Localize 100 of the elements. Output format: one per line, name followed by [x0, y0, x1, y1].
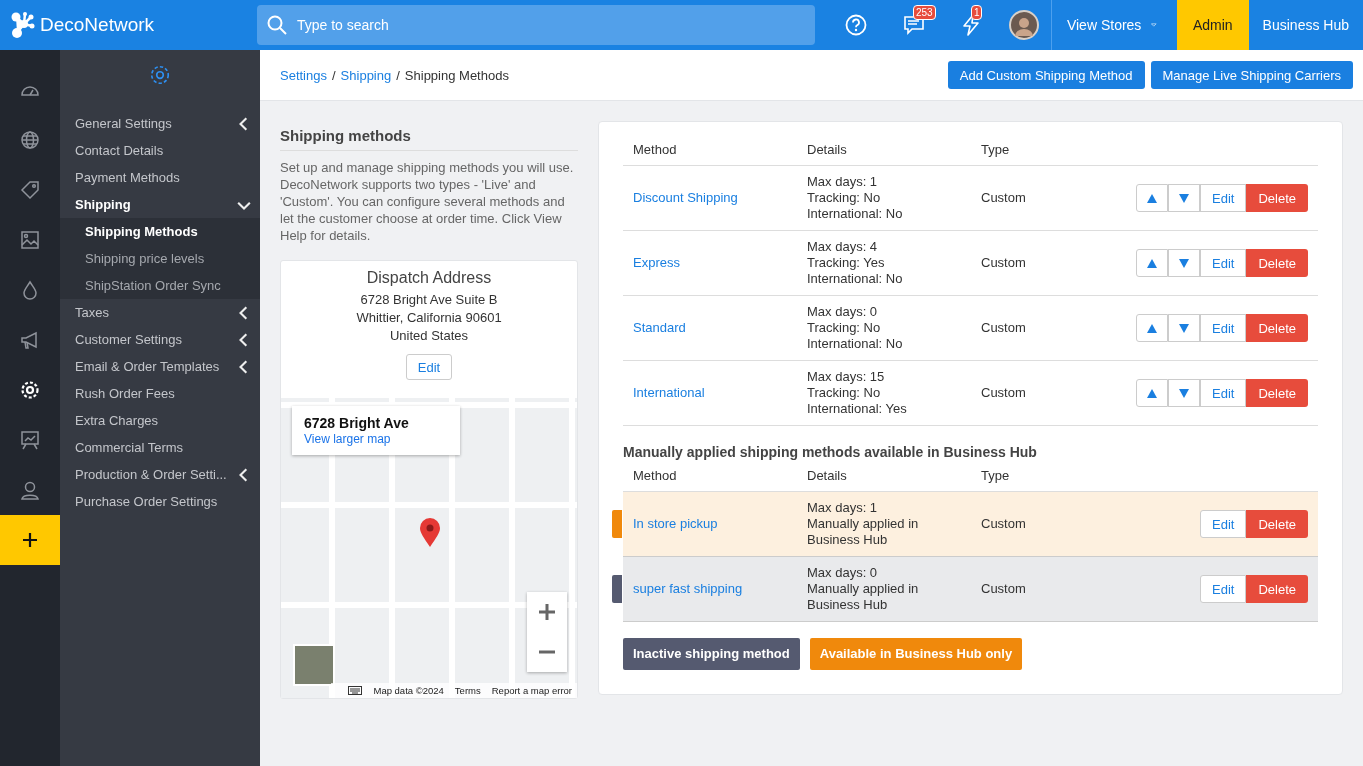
method-link[interactable]: Discount Shipping — [633, 190, 738, 205]
search-field[interactable]: Type to search — [256, 5, 815, 45]
method-link[interactable]: International — [633, 385, 705, 400]
detail-text: Max days: 4 — [807, 239, 879, 255]
type-text: Custom — [981, 255, 1026, 270]
edit-button[interactable]: Edit — [405, 354, 453, 380]
keyboard-icon[interactable] — [348, 686, 363, 695]
sidebar-subitem[interactable]: Shipping Methods — [60, 218, 260, 245]
move-down-button[interactable] — [1168, 249, 1200, 277]
drop-icon[interactable] — [20, 280, 40, 300]
map-footer-text[interactable]: Terms — [454, 685, 481, 696]
sidebar-subitem[interactable]: ShipStation Order Sync — [60, 272, 260, 299]
detail-text: Max days: 0 — [807, 304, 879, 320]
settings-icon — [149, 64, 171, 86]
move-up-button[interactable] — [1136, 184, 1168, 212]
edit-button[interactable]: Edit — [1200, 314, 1247, 342]
sidebar-item[interactable]: Purchase Order Settings — [60, 488, 260, 515]
map-pin-icon — [419, 518, 441, 548]
sidebar-item[interactable]: Payment Methods — [60, 164, 260, 191]
delete-button[interactable]: Delete — [1246, 249, 1308, 277]
search-icon — [266, 15, 287, 35]
sidebar-item[interactable]: Production & Order Setti... — [60, 461, 260, 488]
edit-button[interactable]: Edit — [1200, 510, 1247, 538]
detail-text: International: No — [807, 206, 904, 222]
settings-icon[interactable] — [20, 380, 40, 400]
edit-button[interactable]: Edit — [1200, 379, 1247, 407]
move-up-button[interactable] — [1136, 379, 1168, 407]
top-nav-tab[interactable]: Business Hub — [1248, 0, 1363, 50]
detail-text: International: No — [807, 271, 904, 287]
intro-text: Set up and manage shipping methods you will use. DecoNetwork supports two types - 'Live' and 'Custom'. You can configure several methods and let the customer choose at order time. Click View Help for details. — [280, 159, 575, 244]
move-down-button[interactable] — [1168, 379, 1200, 407]
sidebar-item[interactable]: Shipping — [60, 191, 260, 218]
satellite-thumbnail[interactable] — [293, 644, 335, 686]
triangle-up-icon — [1147, 193, 1157, 203]
edit-button[interactable]: Edit — [1200, 184, 1247, 212]
detail-text: International: Yes — [807, 401, 908, 417]
zoom-in-icon[interactable] — [538, 603, 556, 621]
sidebar-item[interactable]: General Settings — [60, 110, 260, 137]
delete-button[interactable]: Delete — [1246, 575, 1308, 603]
sidebar-item[interactable]: Taxes — [60, 299, 260, 326]
delete-button[interactable]: Delete — [1246, 184, 1308, 212]
type-text: Custom — [981, 581, 1026, 596]
type-text: Custom — [981, 190, 1026, 205]
notification-badge: 1 — [970, 5, 983, 20]
breadcrumb-link[interactable]: Shipping — [340, 67, 392, 83]
column-header: Type — [971, 460, 1051, 492]
image-icon[interactable] — [20, 230, 40, 250]
sidebar-subitem[interactable]: Shipping price levels — [60, 245, 260, 272]
detail-text: Max days: 0 — [807, 565, 879, 581]
address-title: Dispatch Address — [366, 269, 492, 287]
header-button[interactable]: Manage Live Shipping Carriers — [1150, 61, 1353, 89]
delete-button[interactable]: Delete — [1246, 379, 1308, 407]
delete-button[interactable]: Delete — [1246, 510, 1308, 538]
sidebar-item[interactable]: Rush Order Fees — [60, 380, 260, 407]
move-up-button[interactable] — [1136, 249, 1168, 277]
method-link[interactable]: Standard — [633, 320, 686, 335]
edit-button[interactable]: Edit — [1200, 575, 1247, 603]
triangle-up-icon — [1147, 258, 1157, 268]
tag-icon[interactable] — [20, 180, 40, 200]
sidebar-item[interactable]: Extra Charges — [60, 407, 260, 434]
detail-text: Manually applied in Business Hub — [807, 581, 920, 613]
triangle-down-icon — [1179, 258, 1189, 268]
globe-icon[interactable] — [20, 130, 40, 150]
top-nav-tab[interactable]: Admin — [1176, 0, 1249, 50]
megaphone-icon[interactable] — [20, 330, 40, 350]
triangle-down-icon — [1179, 388, 1189, 398]
sidebar-item[interactable]: Commercial Terms — [60, 434, 260, 461]
logo-text[interactable]: DecoNetwork — [40, 14, 155, 36]
breadcrumb-link[interactable]: Settings — [280, 67, 327, 83]
type-text: Custom — [981, 516, 1026, 531]
larger-map-link[interactable]: View larger map — [304, 432, 391, 446]
avatar-icon[interactable] — [1008, 10, 1039, 40]
type-text: Custom — [981, 385, 1026, 400]
sidebar-item[interactable]: Customer Settings — [60, 326, 260, 353]
method-link[interactable]: super fast shipping — [633, 581, 743, 596]
edit-button[interactable]: Edit — [1200, 249, 1247, 277]
header-button[interactable]: Add Custom Shipping Method — [947, 61, 1145, 89]
address-line: 6728 Bright Ave Suite B — [360, 291, 498, 309]
chat-icon[interactable] — [902, 14, 925, 36]
map-footer-text[interactable]: Report a map error — [491, 685, 572, 696]
help-icon[interactable] — [844, 14, 867, 36]
triangle-down-icon — [1179, 193, 1189, 203]
breadcrumb-separator: / — [396, 67, 400, 83]
user-icon[interactable] — [20, 480, 40, 500]
move-down-button[interactable] — [1168, 184, 1200, 212]
move-down-button[interactable] — [1168, 314, 1200, 342]
map-footer-text[interactable]: Map data ©2024 — [373, 685, 444, 696]
delete-button[interactable]: Delete — [1246, 314, 1308, 342]
method-link[interactable]: In store pickup — [633, 516, 718, 531]
lightning-icon[interactable] — [960, 14, 981, 36]
presentation-icon[interactable] — [20, 430, 40, 450]
legend-chip: Inactive shipping method — [623, 638, 800, 670]
detail-text: Max days: 1 — [807, 500, 879, 516]
address-line: United States — [389, 327, 468, 345]
breadcrumb-separator: / — [332, 67, 336, 83]
sidebar-item[interactable]: Contact Details — [60, 137, 260, 164]
move-up-button[interactable] — [1136, 314, 1168, 342]
method-link[interactable]: Express — [633, 255, 680, 270]
triangle-up-icon — [1147, 323, 1157, 333]
sidebar-item[interactable]: Email & Order Templates — [60, 353, 260, 380]
